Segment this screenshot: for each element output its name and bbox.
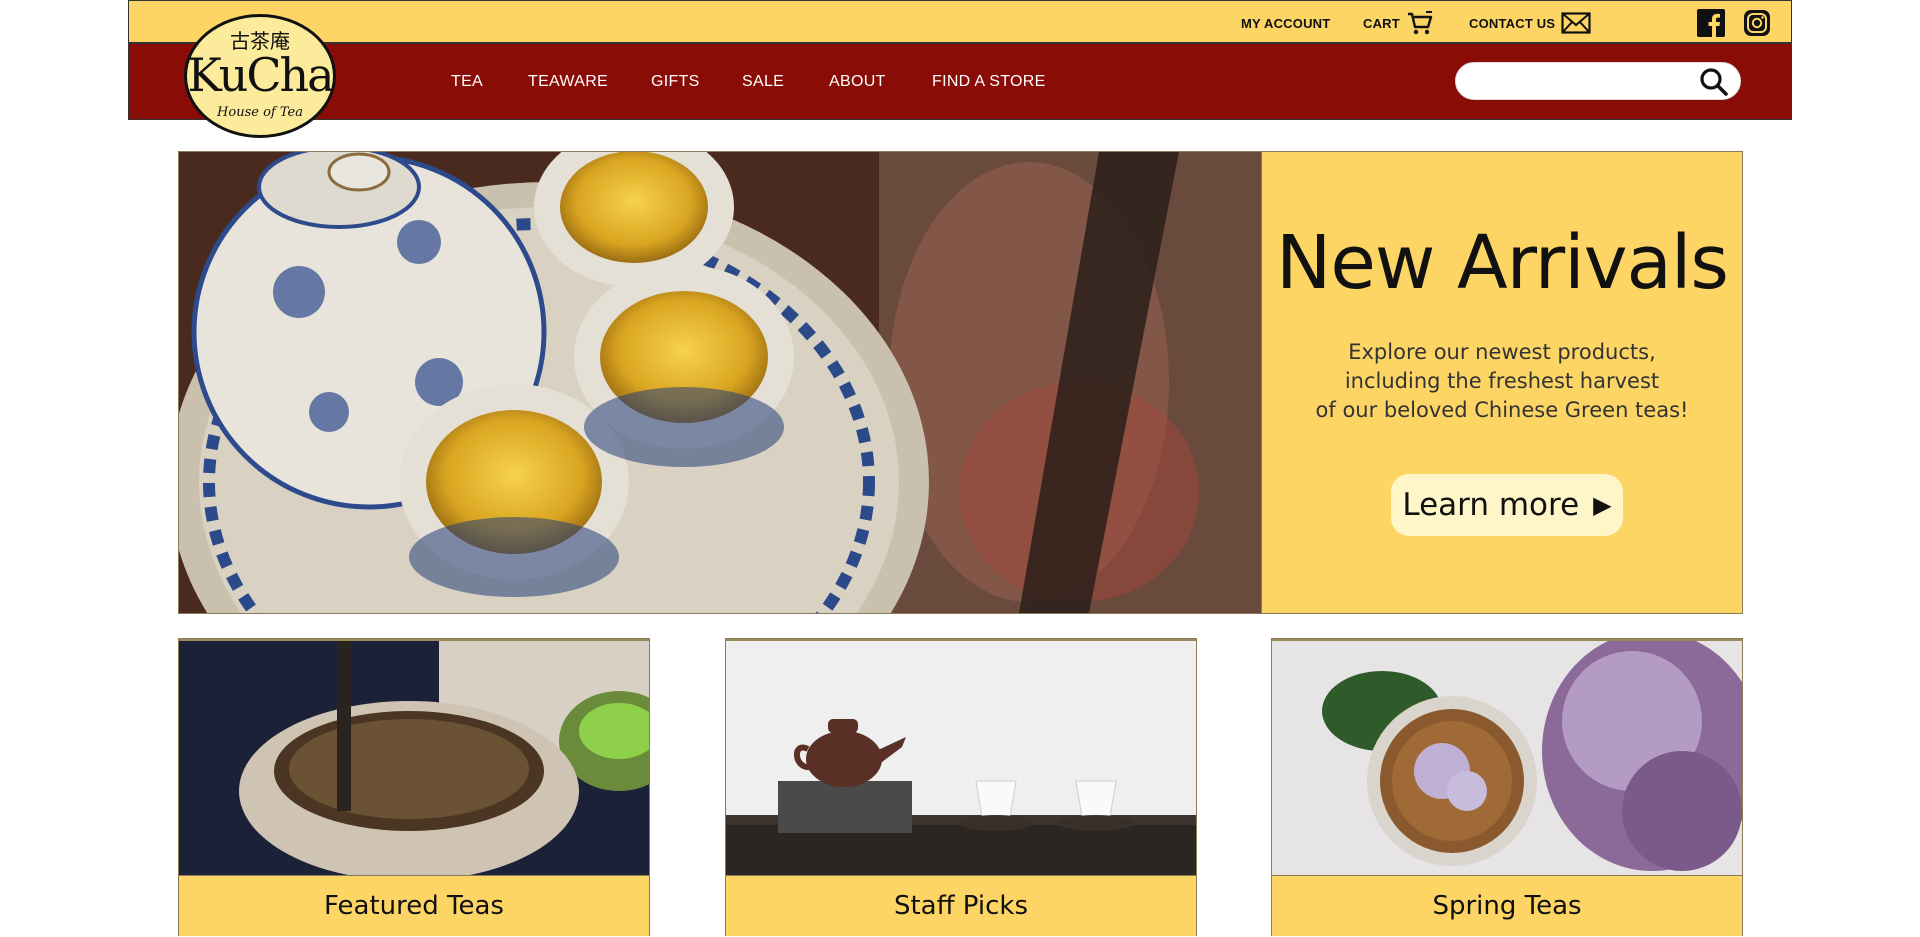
contact-us-link[interactable]: CONTACT US	[1469, 1, 1591, 45]
cart-link[interactable]: CART	[1363, 1, 1434, 45]
hero-text-line: including the freshest harvest	[1344, 369, 1660, 393]
hero-image-tea-set	[179, 152, 1261, 613]
envelope-icon	[1561, 12, 1591, 34]
hero-text-line: of our beloved Chinese Green teas!	[1315, 398, 1689, 422]
search-box	[1455, 62, 1741, 100]
instagram-icon[interactable]	[1743, 9, 1771, 37]
card-staff-picks[interactable]: Staff Picks	[725, 638, 1197, 936]
main-nav: TEA TEAWARE GIFTS SALE ABOUT FIND A STOR…	[128, 44, 1792, 120]
facebook-icon[interactable]	[1697, 9, 1725, 37]
hero-title: New Arrivals	[1276, 220, 1729, 306]
card-image-featured-teas	[179, 639, 649, 875]
utility-bar: MY ACCOUNT CART CONTACT US	[128, 0, 1792, 44]
tea-set-illustration	[179, 152, 1261, 613]
card-label: Staff Picks	[726, 875, 1196, 936]
teapot-cups-illustration	[726, 641, 1196, 875]
hero-text-line: Explore our newest products,	[1348, 340, 1656, 364]
my-account-label: MY ACCOUNT	[1241, 15, 1331, 31]
search-input[interactable]	[1470, 69, 1694, 95]
play-arrow-icon: ▶	[1593, 491, 1612, 519]
cart-label: CART	[1363, 15, 1400, 31]
nav-item-about[interactable]: ABOUT	[829, 44, 886, 120]
card-image-spring-teas	[1272, 639, 1742, 875]
card-label: Spring Teas	[1272, 875, 1742, 936]
cart-icon	[1407, 11, 1433, 35]
hero-banner: New Arrivals Explore our newest products…	[178, 151, 1743, 614]
card-spring-teas[interactable]: Spring Teas	[1271, 638, 1743, 936]
nav-item-teaware[interactable]: TEAWARE	[528, 44, 608, 120]
nav-item-tea[interactable]: TEA	[451, 44, 483, 120]
card-image-staff-picks	[726, 639, 1196, 875]
contact-us-label: CONTACT US	[1469, 15, 1556, 31]
kucha-logo[interactable]: 古茶庵 KuCha House of Tea	[184, 14, 336, 138]
card-featured-teas[interactable]: Featured Teas	[178, 638, 650, 936]
nav-item-sale[interactable]: SALE	[742, 44, 784, 120]
hero-promo-panel: New Arrivals Explore our newest products…	[1261, 152, 1742, 613]
card-label: Featured Teas	[179, 875, 649, 936]
learn-more-button[interactable]: Learn more ▶	[1391, 474, 1623, 536]
my-account-link[interactable]: MY ACCOUNT	[1241, 1, 1330, 45]
learn-more-label: Learn more	[1402, 487, 1580, 523]
nav-item-gifts[interactable]: GIFTS	[651, 44, 700, 120]
logo-tagline: House of Tea	[217, 105, 303, 120]
hero-description: Explore our newest products, including t…	[1292, 338, 1712, 425]
search-icon[interactable]	[1698, 66, 1730, 98]
nav-item-find-a-store[interactable]: FIND A STORE	[932, 44, 1046, 120]
lilac-tea-illustration	[1272, 641, 1742, 875]
yerba-mate-illustration	[179, 641, 649, 875]
logo-name: KuCha	[187, 48, 334, 102]
